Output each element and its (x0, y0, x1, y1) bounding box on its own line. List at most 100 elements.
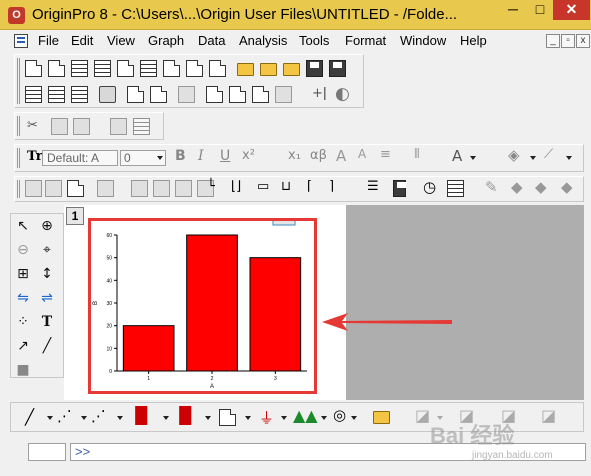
3d-wire-icon[interactable]: ◪ (541, 406, 556, 425)
line-tool-icon[interactable]: ╱ (39, 338, 55, 354)
refresh-icon[interactable] (127, 86, 144, 103)
new-3d-function-icon[interactable] (186, 60, 203, 77)
menu-edit[interactable]: Edit (71, 33, 93, 48)
pointer-icon[interactable]: ↖ (15, 218, 31, 234)
axis-frame-icon[interactable]: ⌊⌋ (231, 179, 241, 194)
chevron-down-icon[interactable] (81, 416, 87, 420)
brush-icon[interactable]: ✎ (485, 178, 498, 196)
multi-curve-icon[interactable] (219, 409, 236, 426)
project-explorer-icon[interactable] (178, 86, 195, 103)
print-icon[interactable] (99, 86, 116, 103)
new-folder-page-icon[interactable] (48, 60, 65, 77)
column-plot-icon[interactable]: ▐▌ (129, 406, 154, 425)
import-single-ascii-icon[interactable] (25, 86, 42, 103)
code-builder-icon[interactable] (275, 86, 292, 103)
mdi-close-button[interactable]: x (576, 34, 590, 48)
bold-button[interactable]: B (175, 148, 186, 164)
layer-indicator[interactable]: 1 (66, 207, 84, 225)
align-icon[interactable]: ≡ (380, 147, 391, 162)
new-notes-icon[interactable] (209, 60, 226, 77)
chevron-down-icon[interactable] (245, 416, 251, 420)
draw-data-icon[interactable]: ⁘ (15, 314, 31, 330)
chevron-down-icon[interactable] (530, 156, 536, 160)
italic-button[interactable]: I (198, 148, 204, 164)
minimize-button[interactable]: ─ (500, 0, 526, 20)
scale-in-icon[interactable]: ⊞ (15, 266, 31, 282)
chevron-down-icon[interactable] (117, 416, 123, 420)
menu-window[interactable]: Window (400, 33, 446, 48)
maximize-button[interactable]: □ (527, 0, 553, 20)
chevron-down-icon[interactable] (205, 416, 211, 420)
zoom-out-tool-icon[interactable]: ⊖ (15, 242, 31, 258)
add-layer-icon[interactable] (110, 118, 127, 135)
new-workbook-icon[interactable] (71, 60, 88, 77)
line-color-icon[interactable]: ⟋ (544, 147, 553, 162)
area-plot-icon[interactable]: ▲▲ (293, 406, 318, 425)
new-project-icon[interactable] (25, 60, 42, 77)
greek-button[interactable]: αβ (310, 148, 327, 163)
line-symbol-icon[interactable]: ⋰ (91, 407, 106, 425)
copy-icon[interactable] (51, 118, 68, 135)
script-window-icon[interactable] (229, 86, 246, 103)
clock-icon[interactable]: ◷ (423, 178, 436, 196)
toolbar-grip[interactable] (17, 180, 20, 198)
merge-icon[interactable] (133, 118, 150, 135)
screen-reader-icon[interactable]: ⌖ (39, 242, 55, 258)
rescale-icon[interactable] (97, 180, 114, 197)
chevron-down-icon[interactable] (47, 416, 53, 420)
toolbar-grip[interactable] (17, 148, 20, 168)
menu-graph[interactable]: Graph (148, 33, 184, 48)
document-icon[interactable] (14, 34, 28, 48)
new-matrix-icon[interactable] (140, 60, 157, 77)
axis-box-icon[interactable]: ▭ (257, 179, 269, 194)
menu-tools[interactable]: Tools (299, 33, 329, 48)
axis-right-icon[interactable]: ⌉ (329, 179, 334, 194)
3d-plot-icon[interactable]: ◪ (415, 406, 430, 425)
fill-color-icon[interactable]: ◈ (508, 146, 520, 164)
layout-list-icon[interactable]: ☰ (367, 179, 379, 194)
new-graph-icon[interactable] (117, 60, 134, 77)
chevron-down-icon[interactable] (351, 416, 357, 420)
duplicate-icon[interactable] (150, 86, 167, 103)
mdi-minimize-button[interactable]: _ (546, 34, 560, 48)
new-function-icon[interactable] (163, 60, 180, 77)
axis-l-icon[interactable]: └ (207, 179, 215, 194)
menu-help[interactable]: Help (460, 33, 487, 48)
layer-icon[interactable] (131, 180, 148, 197)
chevron-down-icon[interactable] (157, 156, 163, 160)
font-color-icon[interactable]: A (452, 147, 462, 165)
menu-format[interactable]: Format (345, 33, 386, 48)
toolbar-grip[interactable] (17, 116, 20, 136)
toolbar-grip[interactable] (17, 58, 20, 104)
chevron-down-icon[interactable] (163, 416, 169, 420)
arrow-tool-icon[interactable]: ↗ (15, 338, 31, 354)
font-name-select[interactable]: Default: A (42, 150, 118, 166)
data-selector-icon[interactable]: ⇋ (15, 290, 31, 306)
cut-icon[interactable]: ✂ (27, 118, 38, 133)
whole-page-icon[interactable] (67, 180, 84, 197)
bar-chart[interactable]: 0 10 20 30 40 50 60 1 2 3 A B (91, 221, 314, 391)
open-template-icon[interactable] (260, 63, 277, 76)
chevron-down-icon[interactable] (566, 156, 572, 160)
puzzle-icon[interactable]: ◆ (511, 178, 523, 196)
results-log-icon[interactable] (206, 86, 223, 103)
close-button[interactable]: ✕ (553, 0, 590, 20)
template-library-icon[interactable] (373, 411, 390, 424)
zoom-in-icon[interactable] (25, 180, 42, 197)
pie-icon[interactable]: ◐ (335, 84, 350, 104)
zoom-icon[interactable]: ⊕ (39, 218, 55, 234)
line-plot-icon[interactable]: ╱ (25, 408, 34, 426)
layer-2-icon[interactable] (153, 180, 170, 197)
puzzle-2-icon[interactable]: ◆ (535, 178, 547, 196)
save-project-icon[interactable] (306, 60, 323, 77)
chevron-down-icon[interactable] (321, 416, 327, 420)
new-excel-icon[interactable] (94, 60, 111, 77)
text-tool-icon[interactable]: T (39, 314, 55, 330)
film-icon[interactable] (393, 180, 406, 197)
menu-view[interactable]: View (107, 33, 135, 48)
open-icon[interactable] (237, 63, 254, 76)
increase-font-icon[interactable]: A (336, 147, 346, 165)
mask-points-icon[interactable]: ⇌ (39, 290, 55, 306)
menu-file[interactable]: File (38, 33, 59, 48)
bar-plot-icon[interactable]: ▐▌ (173, 406, 198, 425)
